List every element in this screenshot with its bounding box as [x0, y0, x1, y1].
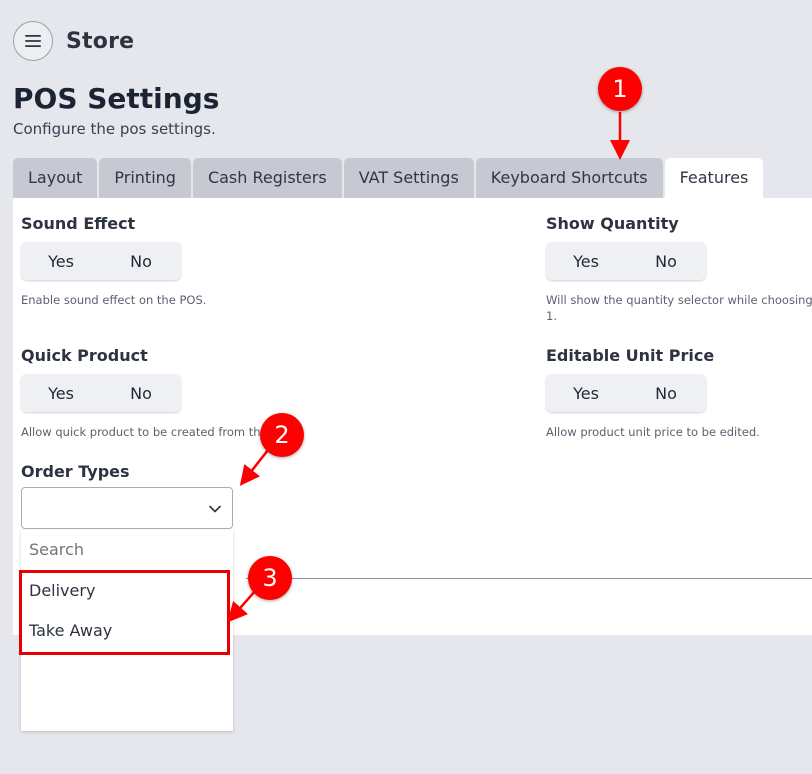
- step-badge-1: 1: [598, 67, 642, 111]
- store-title: Store: [66, 28, 135, 54]
- editable-unit-price-toggle: Yes No: [546, 374, 706, 412]
- editable-unit-price-field: Editable Unit Price Yes No Allow product…: [546, 346, 760, 440]
- tab-layout[interactable]: Layout: [13, 158, 98, 198]
- hamburger-icon: [25, 35, 41, 47]
- show-quantity-help: Will show the quantity selector while ch…: [546, 292, 812, 324]
- menu-button[interactable]: [13, 21, 53, 61]
- sound-effect-label: Sound Effect: [21, 214, 136, 233]
- step-badge-2: 2: [260, 413, 304, 457]
- tab-features[interactable]: Features: [664, 158, 764, 198]
- show-quantity-no-button[interactable]: No: [626, 252, 706, 271]
- show-quantity-help-line2: 1.: [546, 309, 557, 323]
- app-header: Store: [13, 21, 134, 61]
- quick-product-help: Allow quick product to be created from t…: [21, 425, 295, 439]
- sound-effect-help: Enable sound effect on the POS.: [21, 293, 207, 307]
- show-quantity-field: Show Quantity Yes No Will show the quant…: [546, 214, 812, 324]
- editable-unit-price-help: Allow product unit price to be edited.: [546, 425, 760, 439]
- editable-unit-price-yes-button[interactable]: Yes: [546, 384, 626, 403]
- editable-unit-price-label: Editable Unit Price: [546, 346, 715, 365]
- quick-product-field: Quick Product Yes No Allow quick product…: [21, 346, 295, 440]
- page-subtitle: Configure the pos settings.: [13, 120, 216, 138]
- show-quantity-help-line1: Will show the quantity selector while ch…: [546, 293, 812, 307]
- quick-product-yes-button[interactable]: Yes: [21, 384, 101, 403]
- tab-cash-registers[interactable]: Cash Registers: [192, 158, 342, 198]
- sound-effect-no-button[interactable]: No: [101, 252, 181, 271]
- show-quantity-yes-button[interactable]: Yes: [546, 252, 626, 271]
- step-badge-3: 3: [248, 556, 292, 600]
- show-quantity-toggle: Yes No: [546, 242, 706, 280]
- chevron-down-icon: [209, 505, 221, 513]
- order-types-label: Order Types: [21, 462, 130, 481]
- sound-effect-field: Sound Effect Yes No Enable sound effect …: [21, 214, 206, 308]
- order-types-search-input[interactable]: [29, 540, 219, 559]
- show-quantity-label: Show Quantity: [546, 214, 679, 233]
- tab-keyboard-shortcuts[interactable]: Keyboard Shortcuts: [475, 158, 663, 198]
- sound-effect-toggle: Yes No: [21, 242, 181, 280]
- sound-effect-yes-button[interactable]: Yes: [21, 252, 101, 271]
- divider: [246, 578, 812, 579]
- tab-vat-settings[interactable]: VAT Settings: [343, 158, 474, 198]
- editable-unit-price-no-button[interactable]: No: [626, 384, 706, 403]
- settings-tabs: Layout Printing Cash Registers VAT Setti…: [13, 158, 765, 198]
- quick-product-toggle: Yes No: [21, 374, 181, 412]
- quick-product-label: Quick Product: [21, 346, 148, 365]
- quick-product-no-button[interactable]: No: [101, 384, 181, 403]
- page-title: POS Settings: [13, 82, 220, 115]
- order-types-select[interactable]: [21, 487, 233, 529]
- order-types-field: Order Types: [21, 462, 130, 484]
- tab-printing[interactable]: Printing: [99, 158, 191, 198]
- options-highlight-box: [19, 570, 230, 655]
